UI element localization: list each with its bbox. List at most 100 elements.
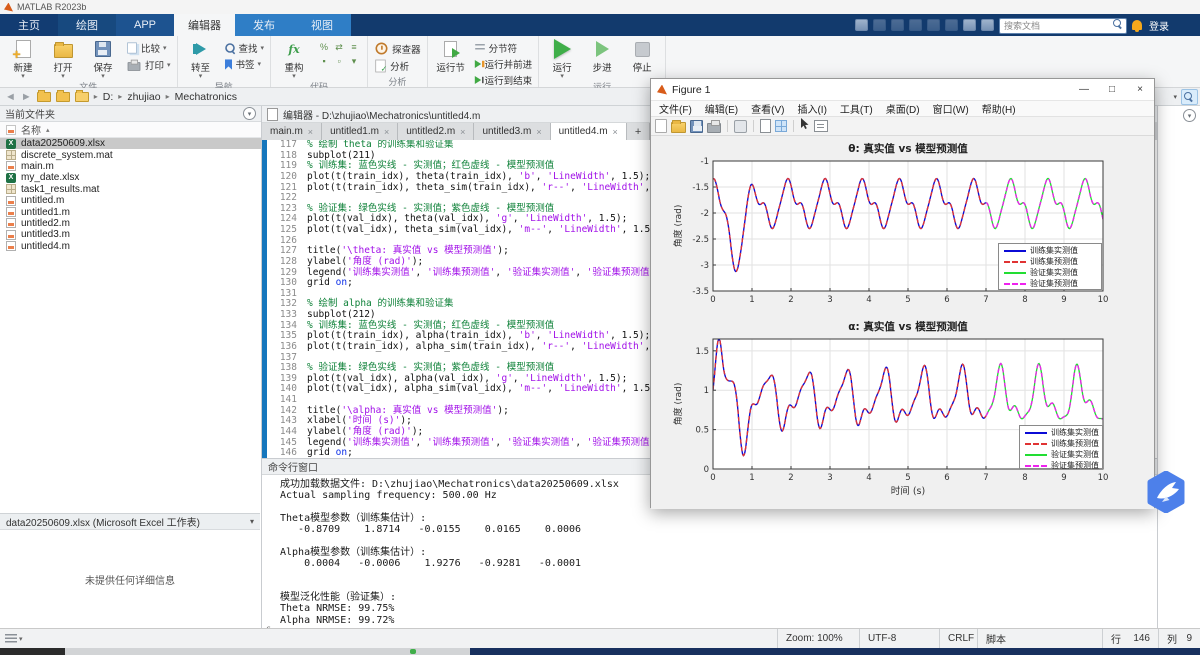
code-tool-icon[interactable]: ▪ [317, 56, 331, 69]
status-line-ending[interactable]: CRLF [939, 629, 977, 648]
chevron-down-icon[interactable]: ▾ [1173, 93, 1177, 101]
chevron-down-icon[interactable]: ▾ [250, 517, 254, 526]
list-item[interactable]: untitled4.m [0, 241, 261, 252]
close-icon[interactable]: × [308, 127, 313, 137]
ribbon-tab-apps[interactable]: APP [116, 14, 174, 36]
ribbon-tab-plots[interactable]: 绘图 [58, 14, 116, 36]
breadcrumb-segment[interactable]: Mechatronics [175, 91, 237, 103]
ribbon-button-重构[interactable]: fx重构▾ [277, 38, 311, 79]
plot-legend[interactable]: 训练集实测值训练集预测值验证集实测值验证集预测值 [998, 243, 1102, 290]
ribbon-tab-home[interactable]: 主页 [0, 14, 58, 36]
pointer-icon[interactable] [800, 117, 810, 135]
list-item[interactable]: untitled2.m [0, 218, 261, 229]
close-button[interactable]: × [1126, 79, 1154, 100]
save-icon[interactable] [855, 19, 868, 31]
ribbon-tab-publish[interactable]: 发布 [235, 14, 293, 36]
figure-menu-item[interactable]: 编辑(E) [705, 101, 738, 116]
close-icon[interactable]: × [613, 127, 618, 137]
ribbon-button-查找[interactable]: 查找▾ [224, 41, 265, 55]
save-icon[interactable] [690, 120, 703, 133]
editor-tab-untitled2.m[interactable]: untitled2.m× [398, 123, 474, 140]
new-tab-button[interactable]: + [627, 123, 650, 140]
copy-icon[interactable] [734, 120, 747, 133]
ribbon-button-打印[interactable]: 打印▾ [126, 57, 171, 72]
ribbon-button-步进[interactable]: 步进 [585, 38, 619, 74]
ribbon-button-运行[interactable]: 运行▾ [545, 38, 579, 79]
list-item[interactable]: Xdata20250609.xlsx [0, 138, 261, 149]
figure-menu-item[interactable]: 工具(T) [840, 101, 873, 116]
ribbon-button-书签[interactable]: 书签▾ [224, 57, 265, 71]
ribbon-button-分析[interactable]: 分析 [374, 58, 421, 74]
breadcrumb-segment[interactable]: zhujiao [127, 91, 160, 103]
maximize-button[interactable]: □ [1098, 79, 1126, 100]
help-icon[interactable] [981, 19, 994, 31]
code-tool-icon[interactable]: ▾ [347, 56, 361, 69]
search-docs-input[interactable] [999, 18, 1127, 34]
ribbon-tab-view[interactable]: 视图 [293, 14, 351, 36]
list-item[interactable]: untitled1.m [0, 206, 261, 217]
file-preview-header[interactable]: data20250609.xlsx (Microsoft Excel 工作表) … [0, 513, 260, 530]
ribbon-button-保存[interactable]: 保存▾ [86, 38, 120, 79]
code-tool-icon[interactable]: ▫ [332, 56, 346, 69]
paste-icon[interactable] [909, 19, 922, 31]
plot-legend[interactable]: 训练集实测值训练集预测值验证集实测值验证集预测值 [1019, 425, 1103, 469]
search-folder-icon[interactable] [1181, 89, 1198, 105]
figure-canvas[interactable]: 012345678910-1-1.5-2-2.5-3-3.5θ: 真实值 vs … [651, 136, 1154, 509]
folder-up-icon[interactable] [37, 92, 51, 102]
search-icon[interactable] [1112, 18, 1124, 30]
code-tool-icon[interactable]: % [317, 42, 331, 55]
figure-menu-item[interactable]: 帮助(H) [982, 101, 1016, 116]
figure-menu-item[interactable]: 桌面(D) [886, 101, 920, 116]
bird-badge-icon[interactable] [1146, 471, 1186, 513]
figure-titlebar[interactable]: Figure 1 — □ × [651, 79, 1154, 101]
figure-menu-item[interactable]: 窗口(W) [933, 101, 969, 116]
ribbon-button-新建[interactable]: 新建▾ [6, 38, 40, 79]
minimize-button[interactable]: — [1070, 79, 1098, 100]
ribbon-button-打开[interactable]: 打开▾ [46, 38, 80, 79]
ribbon-button-运行到结束[interactable]: 运行到结束 [474, 73, 533, 87]
code-tool-icon[interactable]: ≡ [347, 42, 361, 55]
panel-menu-icon[interactable]: ▾ [1183, 109, 1196, 122]
figure-menu-item[interactable]: 插入(I) [797, 101, 826, 116]
status-zoom[interactable]: Zoom: 100% [777, 629, 859, 648]
cut-icon[interactable] [873, 19, 886, 31]
forward-icon[interactable]: ► [21, 91, 32, 103]
list-item[interactable]: main.m [0, 161, 261, 172]
ribbon-button-运行并前进[interactable]: 运行并前进 [474, 57, 533, 71]
login-link[interactable]: 登录 [1149, 18, 1169, 33]
ribbon-tab-editor[interactable]: 编辑器 [174, 14, 235, 36]
close-icon[interactable]: × [460, 127, 465, 137]
undo-icon[interactable] [927, 19, 940, 31]
ribbon-button-转至[interactable]: 转至▾ [184, 38, 218, 79]
taskbar-app-icon[interactable] [410, 649, 416, 654]
open-icon[interactable] [671, 122, 686, 133]
windows-taskbar[interactable] [0, 648, 1200, 655]
print-icon[interactable] [707, 123, 721, 133]
switch-window-icon[interactable] [963, 19, 976, 31]
list-item[interactable]: untitled.m [0, 195, 261, 206]
ribbon-button-探查器[interactable]: 探查器 [374, 41, 421, 56]
status-encoding[interactable]: UTF-8 [859, 629, 939, 648]
redo-icon[interactable] [945, 19, 958, 31]
list-item[interactable]: discrete_system.mat [0, 149, 261, 160]
ribbon-button-比较[interactable]: 比较▾ [126, 41, 171, 55]
dock-icon[interactable] [760, 119, 771, 133]
figure-menu-item[interactable]: 查看(V) [751, 101, 784, 116]
notifications-bell-icon[interactable] [1132, 20, 1142, 30]
new-figure-icon[interactable] [655, 119, 667, 133]
figure-menu-item[interactable]: 文件(F) [659, 101, 692, 116]
back-icon[interactable]: ◄ [5, 91, 16, 103]
editor-tab-untitled3.m[interactable]: untitled3.m× [474, 123, 550, 140]
close-icon[interactable]: × [384, 127, 389, 137]
editor-tab-main.m[interactable]: main.m× [262, 123, 322, 140]
list-item[interactable]: task1_results.mat [0, 184, 261, 195]
breadcrumb-segment[interactable]: D: [103, 91, 114, 103]
list-item[interactable]: untitled3.m [0, 229, 261, 240]
copy-icon[interactable] [891, 19, 904, 31]
ribbon-button-分节符[interactable]: 分节符 [474, 41, 533, 55]
panel-menu-icon[interactable]: ▾ [243, 107, 256, 120]
property-inspector-icon[interactable] [814, 120, 828, 132]
editor-tab-untitled4.m[interactable]: untitled4.m× [551, 123, 627, 140]
ribbon-button-运行节[interactable]: 运行节 [434, 38, 468, 74]
code-tool-icon[interactable]: ⇄ [332, 42, 346, 55]
